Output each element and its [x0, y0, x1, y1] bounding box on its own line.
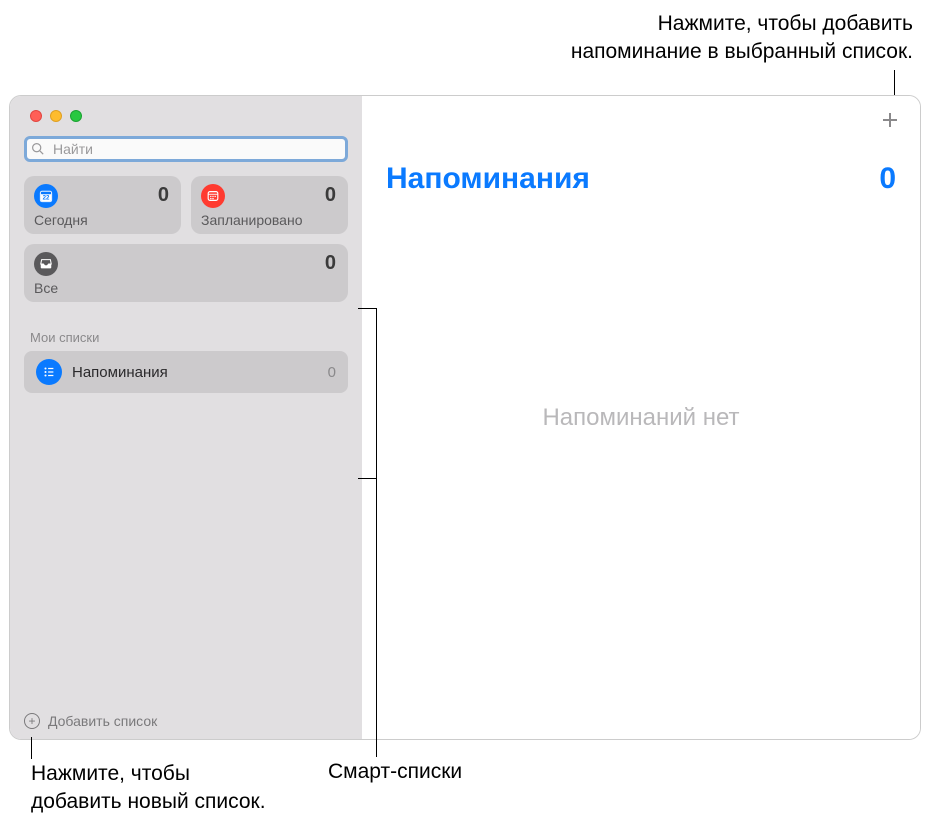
smart-lists-row: 22 0 Сегодня	[24, 176, 348, 234]
list-item-label: Напоминания	[72, 364, 318, 381]
list-item-reminders[interactable]: Напоминания 0	[24, 351, 348, 393]
list-bullet-icon	[36, 359, 62, 385]
smart-list-scheduled[interactable]: 0 Запланировано	[191, 176, 348, 234]
callout-leader-line	[31, 737, 32, 759]
list-title: Напоминания	[386, 162, 590, 196]
smart-list-today[interactable]: 22 0 Сегодня	[24, 176, 181, 234]
callout-text: Нажмите, чтобы добавить	[571, 10, 913, 38]
smart-lists-row: 0 Все	[24, 244, 348, 302]
smart-list-label: Запланировано	[201, 212, 336, 228]
smart-list-count: 0	[158, 184, 169, 207]
callout-add-reminder: Нажмите, чтобы добавить напоминание в вы…	[571, 10, 913, 67]
my-lists-header: Мои списки	[24, 330, 348, 345]
callout-text: добавить новый список.	[31, 788, 266, 816]
callout-leader-line	[358, 308, 376, 309]
list-header: Напоминания 0	[386, 162, 896, 196]
smart-list-count: 0	[325, 184, 336, 207]
callout-smart-lists: Смарт-списки	[328, 760, 462, 784]
app-window: 22 0 Сегодня	[9, 95, 921, 740]
smart-list-label: Все	[34, 280, 336, 296]
sidebar: 22 0 Сегодня	[10, 96, 362, 739]
smart-list-count: 0	[325, 252, 336, 275]
list-item-count: 0	[328, 364, 336, 381]
inbox-all-icon	[34, 252, 58, 276]
close-window-button[interactable]	[30, 110, 42, 122]
plus-circle-icon: +	[24, 713, 40, 729]
add-list-button[interactable]: + Добавить список	[24, 713, 157, 729]
main-panel: Напоминания 0 Напоминаний нет	[362, 96, 920, 739]
calendar-today-icon: 22	[34, 184, 58, 208]
smart-list-all[interactable]: 0 Все	[24, 244, 348, 302]
search-input[interactable]	[24, 136, 348, 162]
calendar-scheduled-icon	[201, 184, 225, 208]
callout-text: напоминание в выбранный список.	[571, 38, 913, 66]
empty-state-text: Напоминаний нет	[542, 404, 739, 432]
callout-add-list: Нажмите, чтобы добавить новый список.	[31, 760, 266, 817]
fullscreen-window-button[interactable]	[70, 110, 82, 122]
minimize-window-button[interactable]	[50, 110, 62, 122]
list-total-count: 0	[879, 162, 896, 196]
search-icon	[31, 142, 44, 158]
add-reminder-button[interactable]	[880, 110, 900, 133]
callout-leader-line	[376, 308, 377, 757]
callout-text: Нажмите, чтобы	[31, 760, 266, 788]
search-field-wrap	[24, 136, 348, 162]
add-list-label: Добавить список	[48, 713, 157, 729]
window-controls	[24, 106, 348, 122]
svg-text:22: 22	[43, 195, 50, 202]
callout-leader-line	[358, 478, 376, 479]
smart-list-label: Сегодня	[34, 212, 169, 228]
